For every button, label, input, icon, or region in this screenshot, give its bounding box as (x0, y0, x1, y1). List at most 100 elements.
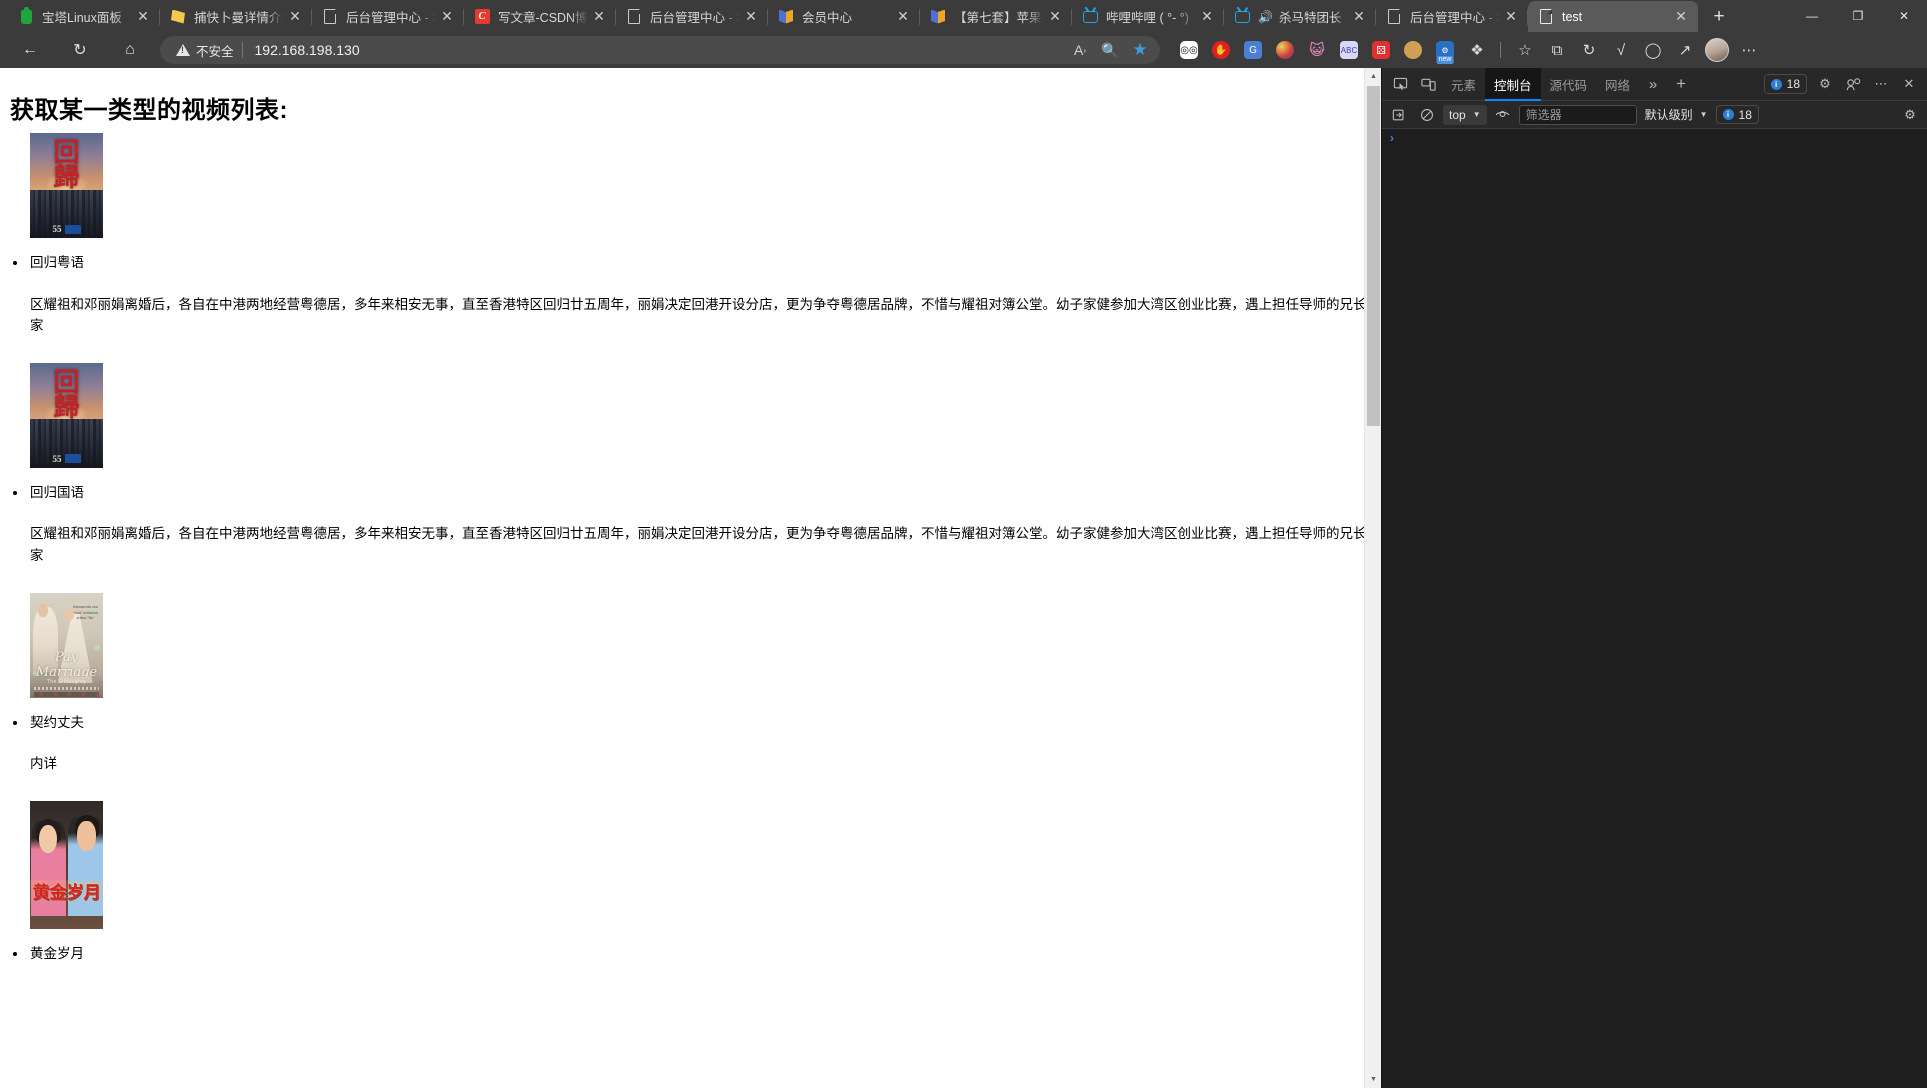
tab-title: 会员中心 (802, 11, 853, 25)
cat-extension-icon[interactable]: 😺 (1302, 35, 1332, 65)
filter-input[interactable]: 筛选器 (1518, 104, 1637, 125)
poster-guigui-mandarin[interactable]: 回歸 55 (30, 362, 1352, 468)
tab-bukuai-bulman[interactable]: 捕快卜曼详情介绍 ✕ (160, 1, 312, 32)
minimize-button[interactable]: — (1789, 0, 1835, 32)
back-icon[interactable]: ← (14, 34, 46, 66)
close-icon[interactable]: ✕ (1348, 6, 1370, 28)
live-expression-icon[interactable] (1491, 104, 1515, 126)
settings-gear-icon[interactable]: ⚙ (1811, 71, 1839, 97)
settings-and-more-icon[interactable]: ⋯ (1733, 35, 1765, 65)
clear-console-icon[interactable] (1387, 104, 1411, 126)
profile-avatar[interactable] (1701, 35, 1733, 65)
collections-icon[interactable]: ☆ (1509, 35, 1541, 65)
close-icon[interactable]: ✕ (284, 6, 306, 28)
poster-title-text: 回歸 (53, 368, 80, 423)
context-selector[interactable]: top ▼ (1443, 104, 1487, 125)
adblock-extension-icon[interactable]: ✋ (1206, 35, 1236, 65)
security-warning[interactable]: 不安全 (166, 41, 242, 60)
tab-bilibili[interactable]: 哔哩哔哩 ( °- °) ✕ (1072, 1, 1224, 32)
star-filled-icon[interactable]: ★ (1126, 37, 1154, 63)
red-dice-extension-icon[interactable]: ⚄ (1366, 35, 1396, 65)
console-settings-icon[interactable]: ⚙ (1898, 104, 1922, 126)
list-item: 黄金岁月 黄金岁月 (28, 800, 1352, 965)
tab-elements[interactable]: 元素 (1442, 68, 1485, 101)
close-devtools-icon[interactable]: ✕ (1895, 71, 1923, 97)
blue-note-extension-icon[interactable]: ABC (1334, 35, 1364, 65)
tab-member-center[interactable]: 会员中心 ✕ (768, 1, 920, 32)
tab-strip: 宝塔Linux面板 ✕ 捕快卜曼详情介绍 ✕ 后台管理中心 - 3 ✕ C 写文… (0, 0, 1927, 32)
add-tab-group-icon[interactable]: ⧉ (1541, 35, 1573, 65)
colorful-balls-extension-icon[interactable] (1270, 35, 1300, 65)
share-icon[interactable]: ↗ (1669, 35, 1701, 65)
close-icon[interactable]: ✕ (588, 6, 610, 28)
no-entry-icon[interactable] (1415, 104, 1439, 126)
tab-baota-linux-panel[interactable]: 宝塔Linux面板 ✕ (8, 1, 160, 32)
page-scrollbar[interactable]: ▲ ▼ (1364, 68, 1381, 1088)
more-options-icon[interactable]: ⋯ (1867, 71, 1895, 97)
tool-extension-icon[interactable]: ⚙ new (1430, 35, 1460, 65)
scroll-up-icon[interactable]: ▲ (1365, 68, 1382, 85)
scrollbar-thumb[interactable] (1367, 86, 1380, 426)
doc-icon (322, 8, 338, 25)
close-window-button[interactable]: ✕ (1881, 0, 1927, 32)
math-solver-icon[interactable]: √ (1605, 35, 1637, 65)
google-translate-extension-icon[interactable]: G (1238, 35, 1268, 65)
zoom-out-icon[interactable]: 🔍 (1096, 37, 1124, 63)
close-icon[interactable]: ✕ (436, 6, 458, 28)
poster-guigui-cantonese[interactable]: 回歸 55 (30, 133, 1352, 238)
binoculars-extension-icon[interactable]: ◎◎ (1174, 35, 1204, 65)
poster-contract-husband[interactable]: Bancarrota una "vida" soñamos artista "N… (30, 592, 1352, 698)
close-icon[interactable]: ✕ (132, 6, 154, 28)
tab-shamate-tuanzhang[interactable]: 🔊 杀马特团长 ✕ (1224, 1, 1376, 32)
tab-sources[interactable]: 源代码 (1541, 68, 1597, 101)
poster-golden-years[interactable]: 黄金岁月 (30, 800, 1352, 929)
more-tabs-icon[interactable]: » (1639, 71, 1667, 97)
tab-network[interactable]: 网络 (1596, 68, 1639, 101)
inspect-element-icon[interactable] (1386, 71, 1414, 97)
read-aloud-icon[interactable]: A › (1066, 37, 1094, 63)
puzzle-extension-icon[interactable]: ❖ (1462, 35, 1492, 65)
tab-title: 哔哩哔哩 ( °- °) (1106, 11, 1189, 25)
add-panel-icon[interactable]: + (1667, 71, 1695, 97)
maximize-button[interactable]: ❐ (1835, 0, 1881, 32)
home-icon[interactable]: ⌂ (114, 34, 146, 66)
address-bar[interactable]: 不安全 192.168.198.130 A› 🔍 ★ (160, 36, 1160, 64)
message-count-badge[interactable]: i 18 (1715, 105, 1759, 124)
tab-console[interactable]: 控制台 (1485, 67, 1541, 101)
info-dot-icon: i (1722, 109, 1734, 120)
close-icon[interactable]: ✕ (1044, 6, 1066, 28)
tab-csdn-write[interactable]: C 写文章-CSDN博客 ✕ (464, 1, 616, 32)
close-icon[interactable]: ✕ (1196, 6, 1218, 28)
close-icon[interactable]: ✕ (892, 6, 914, 28)
new-tab-button[interactable]: + (1704, 2, 1734, 32)
tab-admin-center-2[interactable]: 后台管理中心 - 3 ✕ (616, 1, 768, 32)
chevron-down-icon: ▼ (1472, 110, 1481, 119)
yellow-icon (170, 9, 186, 25)
tvb-55-label: 55 (52, 224, 62, 234)
issues-badge[interactable]: i 18 (1763, 74, 1807, 94)
bilibili-audio-icon (1234, 9, 1250, 25)
device-toolbar-icon[interactable] (1414, 71, 1442, 97)
omnibox-actions: A › 🔍 ★ (1066, 37, 1154, 63)
tab-admin-center-1[interactable]: 后台管理中心 - 3 ✕ (312, 1, 464, 32)
tab-seventh-set-apple[interactable]: 【第七套】苹果( ✕ (920, 1, 1072, 32)
close-icon[interactable]: ✕ (1670, 6, 1692, 28)
console-prompt-row[interactable]: › (1382, 129, 1927, 149)
tab-test[interactable]: test ✕ (1528, 1, 1698, 32)
console-output[interactable]: › (1382, 129, 1927, 1088)
log-level-selector[interactable]: 默认级别 ▼ (1641, 105, 1712, 125)
cookie-extension-icon[interactable] (1398, 35, 1428, 65)
tab-title: test (1562, 9, 1583, 24)
scroll-down-icon[interactable]: ▼ (1365, 1071, 1382, 1088)
feedback-icon[interactable] (1839, 71, 1867, 97)
audio-playing-icon[interactable]: 🔊 (1258, 10, 1273, 24)
reload-icon[interactable]: ↻ (64, 34, 96, 66)
history-icon[interactable]: ↻ (1573, 35, 1605, 65)
page-viewport: 获取某一类型的视频列表: 回歸 55 (0, 68, 1381, 1088)
close-icon[interactable]: ✕ (740, 6, 762, 28)
drop-shopping-icon[interactable]: ◯ (1637, 35, 1669, 65)
tab-admin-center-3[interactable]: 后台管理中心 - 3 ✕ (1376, 1, 1528, 32)
url-text[interactable]: 192.168.198.130 (255, 42, 360, 58)
issue-count: 18 (1786, 77, 1800, 91)
close-icon[interactable]: ✕ (1500, 6, 1522, 28)
